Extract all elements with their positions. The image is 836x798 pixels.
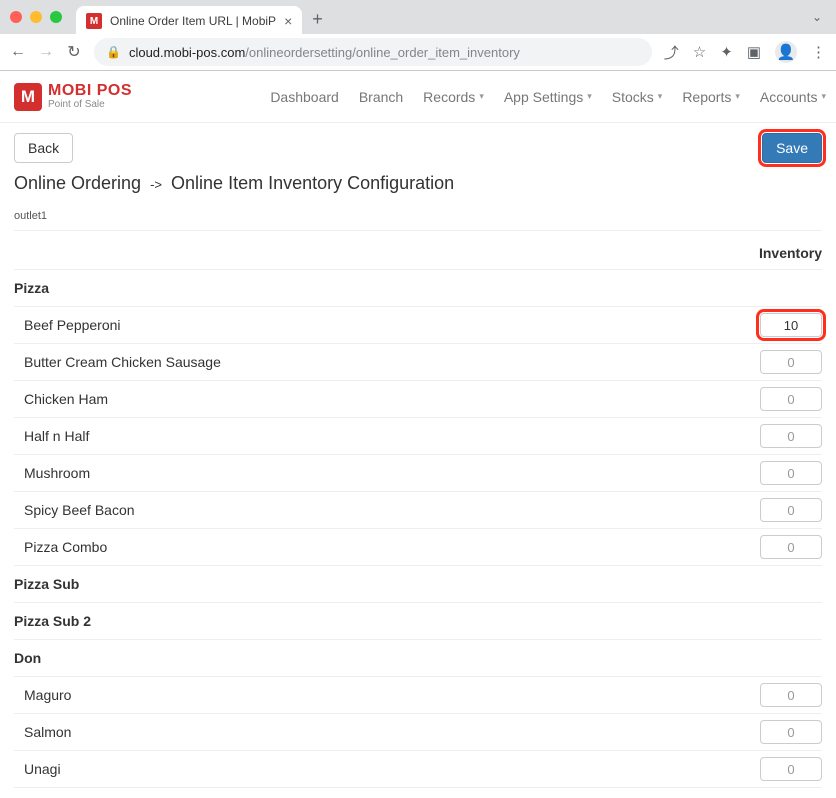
- breadcrumb-root: Online Ordering: [14, 173, 141, 193]
- browser-tab[interactable]: M Online Order Item URL | MobiP ×: [76, 6, 302, 36]
- item-label: Maguro: [14, 687, 760, 703]
- inventory-column-header: Inventory: [14, 237, 822, 270]
- item-row: Beef Pepperoni: [14, 307, 822, 344]
- item-label: Chicken Ham: [14, 391, 760, 407]
- new-tab-button[interactable]: +: [312, 9, 323, 30]
- tab-strip: M Online Order Item URL | MobiP × + ⌄: [0, 0, 836, 34]
- item-row: Chicken Ham: [14, 381, 822, 418]
- breadcrumb: Online Ordering -> Online Item Inventory…: [14, 173, 822, 194]
- nav-item-stocks[interactable]: Stocks ▾: [612, 89, 663, 105]
- inventory-input[interactable]: [760, 350, 822, 374]
- chevron-down-icon: ▾: [735, 91, 740, 102]
- url-path: /onlineordersetting/online_order_item_in…: [245, 45, 520, 60]
- profile-avatar-icon[interactable]: 👤: [775, 41, 797, 63]
- nav-item-branch[interactable]: Branch: [359, 89, 403, 105]
- nav-item-label: Branch: [359, 89, 403, 105]
- window-minimize-icon[interactable]: [30, 11, 42, 23]
- browser-chrome: M Online Order Item URL | MobiP × + ⌄ ← …: [0, 0, 836, 71]
- nav-back-icon[interactable]: ←: [10, 43, 26, 61]
- favicon-icon: M: [86, 13, 102, 29]
- nav-item-label: Stocks: [612, 89, 654, 105]
- item-row: Maguro: [14, 677, 822, 714]
- outlet-label: outlet1: [14, 198, 822, 231]
- item-row: Unagi: [14, 751, 822, 788]
- inventory-input[interactable]: [760, 424, 822, 448]
- app-header: M MOBI POS Point of Sale Dashboard Branch…: [0, 71, 836, 123]
- inventory-input[interactable]: [760, 757, 822, 781]
- item-label: Unagi: [14, 761, 760, 777]
- chevron-down-icon: ▾: [821, 91, 826, 102]
- item-row: Spicy Beef Bacon: [14, 492, 822, 529]
- nav-item-records[interactable]: Records ▾: [423, 89, 484, 105]
- panel-icon[interactable]: ▣: [747, 43, 761, 61]
- tabs-dropdown-icon[interactable]: ⌄: [812, 10, 822, 24]
- item-row: Mushroom: [14, 455, 822, 492]
- tab-title: Online Order Item URL | MobiP: [110, 14, 276, 28]
- logo-text: MOBI POS Point of Sale: [48, 83, 132, 110]
- nav-item-label: Reports: [682, 89, 731, 105]
- nav-item-reports[interactable]: Reports ▾: [682, 89, 740, 105]
- inventory-input[interactable]: [760, 535, 822, 559]
- nav-item-label: Records: [423, 89, 475, 105]
- logo-title: MOBI POS: [48, 83, 132, 100]
- kebab-menu-icon[interactable]: ⋮: [811, 43, 826, 61]
- breadcrumb-leaf: Online Item Inventory Configuration: [171, 173, 454, 193]
- category-header: Don: [14, 640, 822, 677]
- item-row: Half n Half: [14, 418, 822, 455]
- main-nav: DashboardBranchRecords▾App Settings▾Stoc…: [270, 89, 826, 105]
- logo[interactable]: M MOBI POS Point of Sale: [14, 83, 132, 111]
- inventory-header-label: Inventory: [759, 245, 822, 261]
- logo-mark-icon: M: [14, 83, 42, 111]
- item-label: Half n Half: [14, 428, 760, 444]
- inventory-input[interactable]: [760, 461, 822, 485]
- category-header: Pizza: [14, 270, 822, 307]
- item-label: Spicy Beef Bacon: [14, 502, 760, 518]
- item-row: Butter Cream Chicken Sausage: [14, 344, 822, 381]
- page-content: Back Save Online Ordering -> Online Item…: [0, 123, 836, 798]
- category-header: Pizza Sub: [14, 566, 822, 603]
- toolbar-right: ⤴ ☆ ✦ ▣ 👤 ⋮: [664, 41, 826, 63]
- address-bar-row: ← → ↻ 🔒 cloud.mobi-pos.com/onlineorderse…: [0, 34, 836, 70]
- inventory-input[interactable]: [760, 498, 822, 522]
- inventory-input[interactable]: [760, 313, 822, 337]
- nav-forward-icon: →: [38, 43, 54, 61]
- chevron-down-icon: ▾: [587, 91, 592, 102]
- nav-item-accounts[interactable]: Accounts▾: [760, 89, 826, 105]
- nav-item-label: App Settings: [504, 89, 583, 105]
- window-controls: [10, 11, 62, 23]
- extensions-icon[interactable]: ✦: [720, 43, 733, 61]
- logo-subtitle: Point of Sale: [48, 100, 132, 111]
- category-header: Pizza Sub 2: [14, 603, 822, 640]
- inventory-input[interactable]: [760, 387, 822, 411]
- share-icon[interactable]: ⤴: [664, 42, 679, 63]
- back-button[interactable]: Back: [14, 133, 73, 163]
- save-button[interactable]: Save: [762, 133, 822, 163]
- nav-item-label: Dashboard: [270, 89, 339, 105]
- item-label: Mushroom: [14, 465, 760, 481]
- action-row: Back Save: [14, 133, 822, 163]
- item-row: Salmon: [14, 714, 822, 751]
- item-label: Beef Pepperoni: [14, 317, 760, 333]
- inventory-list: Pizza Beef Pepperoni Butter Cream Chicken …: [14, 270, 822, 788]
- nav-reload-icon[interactable]: ↻: [66, 42, 82, 62]
- window-maximize-icon[interactable]: [50, 11, 62, 23]
- nav-item-dashboard[interactable]: Dashboard: [270, 89, 339, 105]
- bookmark-icon[interactable]: ☆: [693, 43, 706, 61]
- item-label: Salmon: [14, 724, 760, 740]
- item-row: Pizza Combo: [14, 529, 822, 566]
- inventory-input[interactable]: [760, 683, 822, 707]
- url-host: cloud.mobi-pos.com: [129, 45, 245, 60]
- item-label: Butter Cream Chicken Sausage: [14, 354, 760, 370]
- address-bar[interactable]: 🔒 cloud.mobi-pos.com/onlineordersetting/…: [94, 38, 652, 66]
- nav-item-label: Accounts: [760, 89, 818, 105]
- lock-icon: 🔒: [106, 45, 121, 59]
- breadcrumb-sep: ->: [150, 177, 162, 192]
- chevron-down-icon: ▾: [658, 91, 663, 102]
- window-close-icon[interactable]: [10, 11, 22, 23]
- chevron-down-icon: ▾: [479, 91, 484, 102]
- inventory-input[interactable]: [760, 720, 822, 744]
- nav-item-app-settings[interactable]: App Settings ▾: [504, 89, 592, 105]
- tab-close-icon[interactable]: ×: [284, 13, 292, 29]
- item-label: Pizza Combo: [14, 539, 760, 555]
